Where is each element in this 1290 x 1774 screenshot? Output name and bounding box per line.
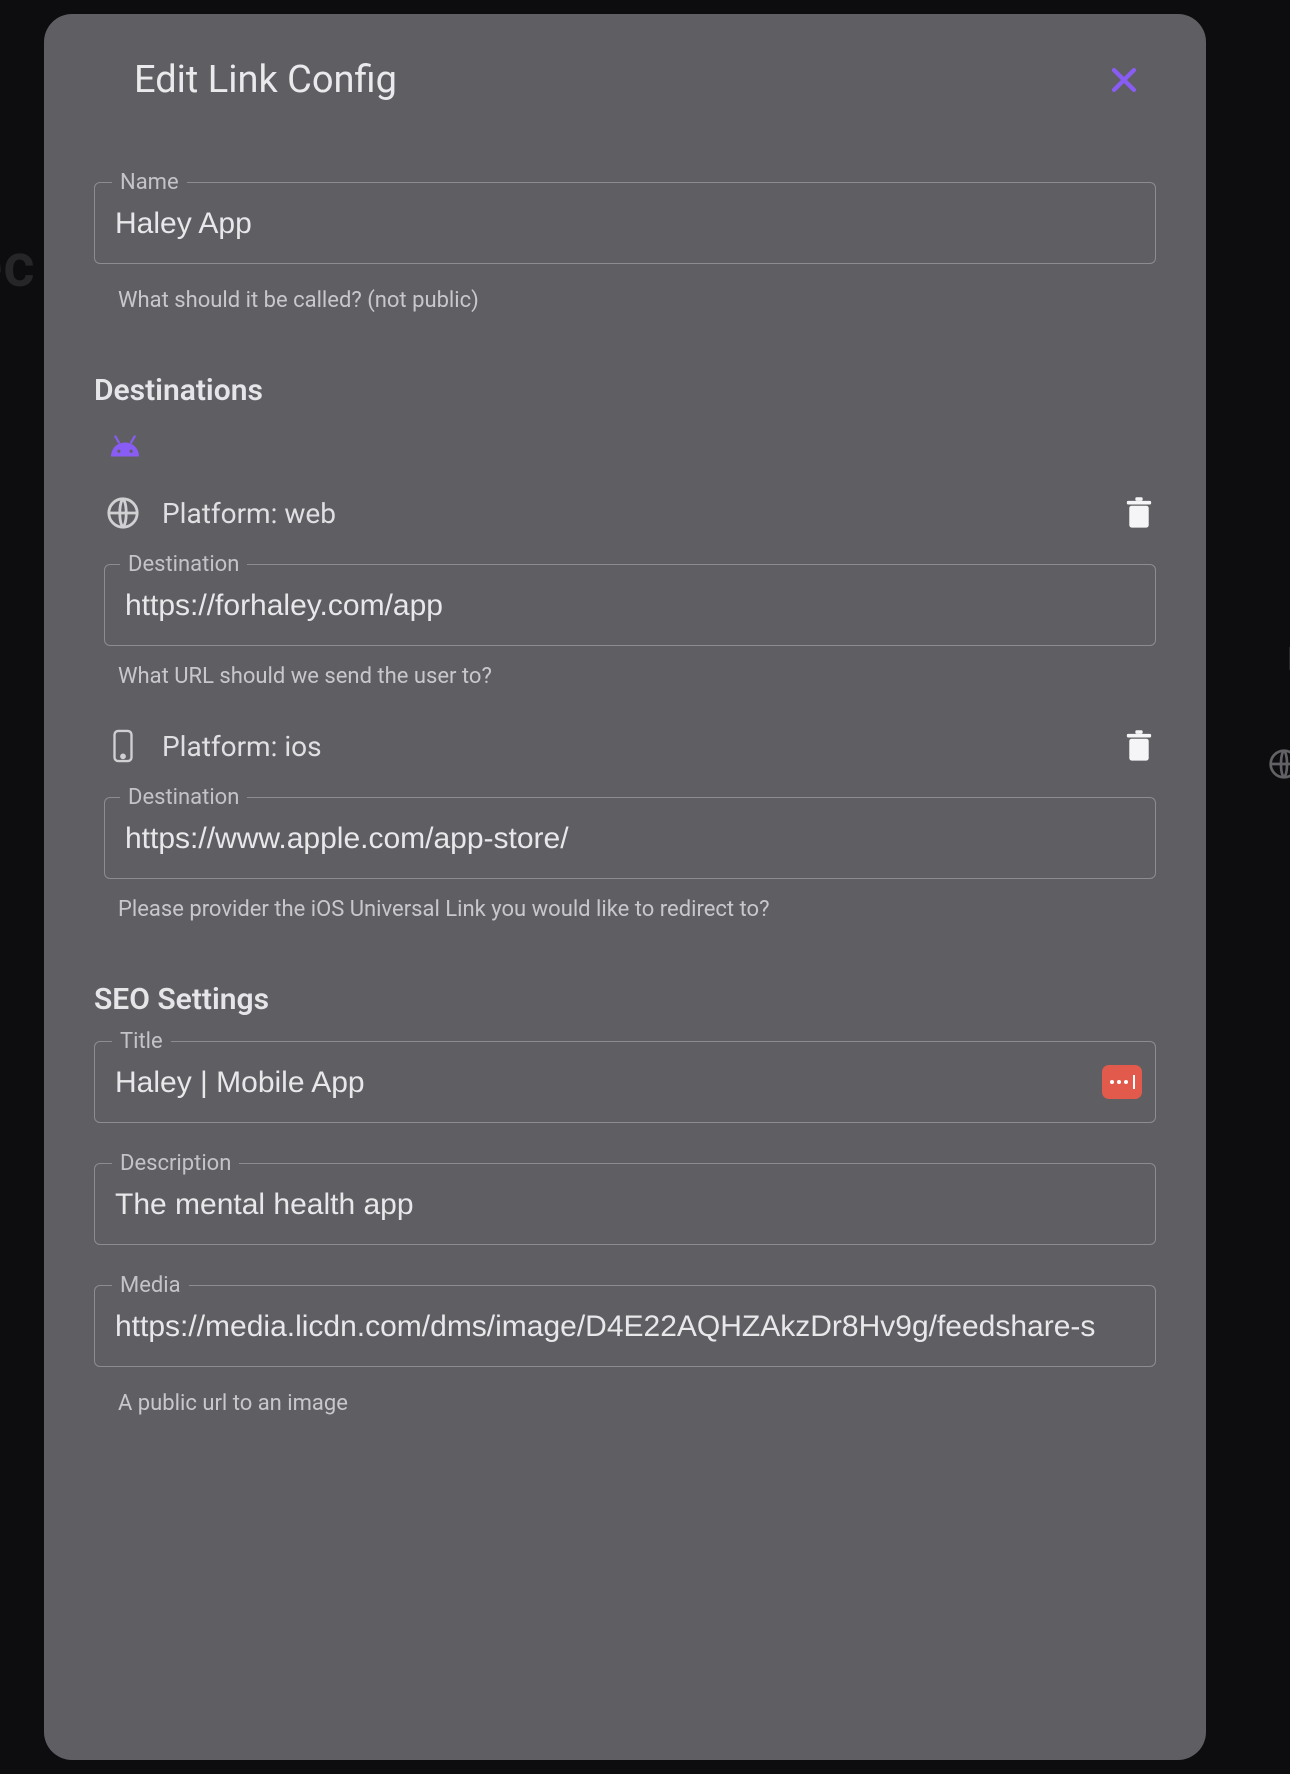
android-icon	[104, 432, 146, 460]
platform-block-ios: Platform: ios Destination Please provide…	[94, 723, 1156, 922]
name-input[interactable]	[94, 182, 1156, 264]
name-field-group: Name	[94, 182, 1156, 264]
destination-input-web[interactable]	[104, 564, 1156, 646]
modal-header: Edit Link Config	[76, 58, 1174, 102]
destination-label-ios: Destination	[120, 785, 247, 810]
seo-media-group: Media	[94, 1285, 1156, 1367]
platform-label-ios: Platform: ios	[162, 730, 322, 763]
delete-platform-ios-button[interactable]	[1124, 729, 1154, 763]
destination-input-ios[interactable]	[104, 797, 1156, 879]
seo-media-label: Media	[112, 1273, 189, 1298]
platform-block-web: Platform: web Destination What URL shoul…	[94, 490, 1156, 689]
seo-media-input[interactable]	[94, 1285, 1156, 1367]
platform-label-web: Platform: web	[162, 497, 336, 530]
globe-icon	[106, 496, 140, 530]
destination-field-ios: Destination	[104, 797, 1156, 879]
delete-platform-web-button[interactable]	[1124, 496, 1154, 530]
mobile-icon	[106, 729, 140, 763]
password-manager-badge-icon[interactable]	[1102, 1065, 1142, 1099]
trash-icon	[1124, 496, 1154, 530]
destination-helper-web: What URL should we send the user to?	[94, 654, 1156, 689]
seo-description-label: Description	[112, 1151, 239, 1176]
destination-field-web: Destination	[104, 564, 1156, 646]
background-globe-icon	[1268, 748, 1290, 784]
destination-helper-ios: Please provider the iOS Universal Link y…	[94, 887, 1156, 922]
seo-title-group: Title	[94, 1041, 1156, 1123]
seo-title-label: Title	[112, 1029, 171, 1054]
seo-heading: SEO Settings	[94, 982, 1156, 1017]
add-android-platform-chip[interactable]	[104, 432, 1156, 464]
seo-media-helper: A public url to an image	[94, 1381, 1156, 1416]
destination-label-web: Destination	[120, 552, 247, 577]
seo-description-group: Description	[94, 1163, 1156, 1245]
background-text-fragment: ec	[0, 230, 36, 301]
modal-title: Edit Link Config	[134, 58, 397, 102]
name-helper: What should it be called? (not public)	[94, 278, 1156, 313]
seo-title-input[interactable]	[94, 1041, 1156, 1123]
platform-row-web: Platform: web	[94, 490, 1156, 548]
close-icon	[1107, 63, 1141, 97]
platform-row-ios: Platform: ios	[94, 723, 1156, 781]
destinations-heading: Destinations	[94, 373, 1156, 408]
close-button[interactable]	[1102, 58, 1146, 102]
edit-link-config-modal: Edit Link Config Name What should it be …	[44, 14, 1206, 1760]
seo-description-input[interactable]	[94, 1163, 1156, 1245]
trash-icon	[1124, 729, 1154, 763]
name-label: Name	[112, 170, 187, 195]
